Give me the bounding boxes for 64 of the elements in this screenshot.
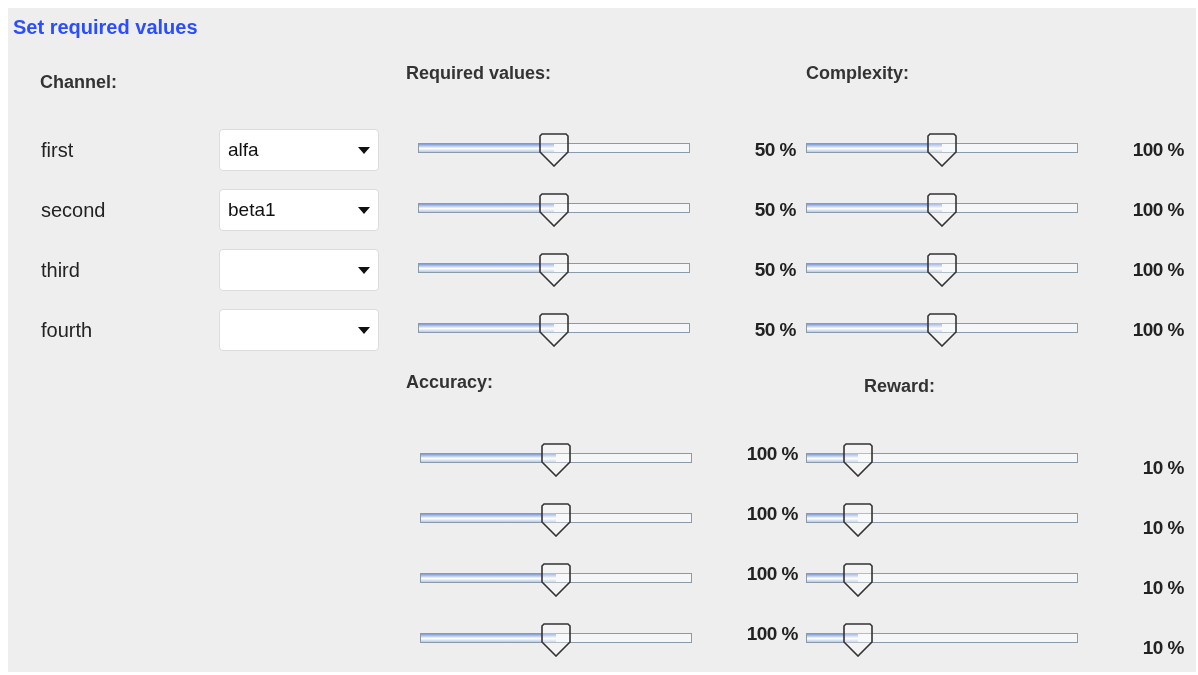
slider[interactable] [420, 623, 692, 657]
slider-value: 50 % [753, 199, 796, 221]
slider-thumb[interactable] [541, 563, 571, 597]
slider-value: 100 % [1131, 139, 1184, 161]
slider-value: 50 % [753, 139, 796, 161]
slider-thumb[interactable] [842, 503, 873, 537]
slider-thumb[interactable] [927, 133, 957, 167]
slider-thumb[interactable] [539, 133, 569, 167]
slider-thumb[interactable] [539, 193, 569, 227]
group-heading: Reward: [864, 376, 935, 396]
slider-value: 100 % [745, 623, 798, 645]
slider[interactable] [420, 563, 692, 597]
slider-value: 10 % [1141, 577, 1184, 599]
column-heading: Channel: [40, 71, 118, 94]
panel-title: Set required values [13, 16, 198, 39]
slider[interactable] [420, 503, 692, 537]
slider-value: 10 % [1141, 517, 1184, 539]
slider-thumb[interactable] [842, 563, 873, 597]
caret-icon [358, 206, 370, 214]
slider[interactable] [420, 443, 692, 477]
dropdown[interactable]: beta1 [219, 189, 379, 231]
caret-icon [358, 266, 370, 274]
group-heading: Required values: [406, 63, 552, 83]
slider[interactable] [806, 503, 1078, 537]
caret-icon [358, 146, 370, 154]
slider-value: 100 % [1131, 319, 1184, 341]
slider[interactable] [806, 313, 1078, 347]
channel-label: first [40, 138, 75, 162]
slider-thumb[interactable] [927, 313, 957, 347]
slider-value: 10 % [1141, 457, 1184, 479]
slider[interactable] [806, 623, 1078, 657]
slider-thumb[interactable] [539, 313, 569, 347]
group-heading: Accuracy: [406, 372, 494, 392]
slider-value: 50 % [753, 259, 796, 281]
slider[interactable] [418, 253, 690, 287]
slider-value: 10 % [1141, 637, 1184, 659]
slider[interactable] [418, 133, 690, 167]
caret-icon [358, 326, 370, 334]
slider-value: 100 % [1131, 259, 1184, 281]
slider[interactable] [418, 193, 690, 227]
channel-label: second [40, 198, 107, 222]
slider[interactable] [806, 563, 1078, 597]
slider[interactable] [806, 133, 1078, 167]
slider[interactable] [806, 253, 1078, 287]
slider-value: 100 % [1131, 199, 1184, 221]
slider-value: 100 % [745, 443, 798, 465]
slider-value: 100 % [745, 503, 798, 525]
slider[interactable] [806, 443, 1078, 477]
channel-label: fourth [40, 318, 94, 342]
slider[interactable] [418, 313, 690, 347]
slider-thumb[interactable] [927, 253, 957, 287]
slider-thumb[interactable] [842, 623, 873, 657]
dropdown[interactable]: alfa [219, 129, 379, 171]
slider-thumb[interactable] [539, 253, 569, 287]
slider-thumb[interactable] [927, 193, 957, 227]
slider-value: 50 % [753, 319, 796, 341]
slider-thumb[interactable] [541, 503, 571, 537]
slider-thumb[interactable] [541, 443, 571, 477]
group-heading: Complexity: [806, 63, 910, 83]
slider-value: 100 % [745, 563, 798, 585]
channel-label: third [40, 258, 81, 282]
slider-thumb[interactable] [842, 443, 873, 477]
slider-thumb[interactable] [541, 623, 571, 657]
slider[interactable] [806, 193, 1078, 227]
